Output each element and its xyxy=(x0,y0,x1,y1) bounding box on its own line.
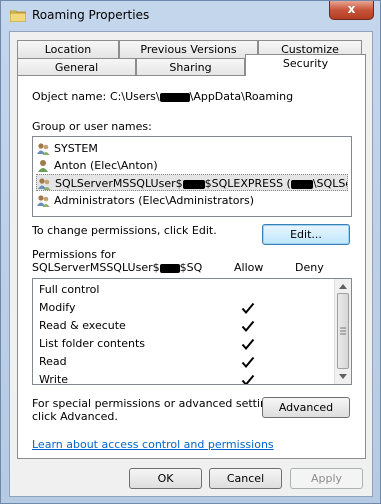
allow-header: Allow xyxy=(234,261,264,274)
list-item-label-suffix: \SQLSe... xyxy=(312,177,347,190)
redaction-mark xyxy=(159,263,180,273)
permission-name: Write xyxy=(39,373,69,385)
allow-check-icon xyxy=(241,356,255,369)
object-path-suffix: \AppData\Roaming xyxy=(189,90,294,103)
list-item-selected[interactable]: SQLServerMSSQLUser$ $SQLEXPRESS ( \SQLSe..… xyxy=(36,174,348,191)
permission-name: Full control xyxy=(39,283,100,296)
special-permissions-line2: click Advanced. xyxy=(32,410,118,423)
properties-window: Roaming Properties x Location Previous V… xyxy=(0,0,381,504)
user-icon xyxy=(38,160,48,172)
permission-name: Read & execute xyxy=(39,319,126,332)
list-item-label-mid: $SQLEXPRESS ( xyxy=(204,177,291,190)
apply-button[interactable]: Apply xyxy=(290,468,363,489)
window-title: Roaming Properties xyxy=(32,8,150,22)
permission-name: Read xyxy=(39,355,67,368)
permissions-title-prefix: SQLServerMSSQLUser$ xyxy=(32,261,160,274)
permission-name: Modify xyxy=(39,301,76,314)
dialog-body: Location Previous Versions Customize Gen… xyxy=(9,31,373,497)
permissions-title-line2: SQLServerMSSQLUser$ $SQ xyxy=(32,261,202,274)
special-permissions-line1: For special permissions or advanced sett… xyxy=(32,397,284,410)
tab-security[interactable]: Security xyxy=(245,54,366,76)
tab-label: Security xyxy=(282,57,329,70)
security-panel: Object name: C:\Users\ \AppData\Roaming G… xyxy=(17,75,366,459)
object-path-prefix: C:\Users\ xyxy=(110,90,160,103)
permission-row[interactable]: Read xyxy=(39,353,329,370)
redaction-mark xyxy=(159,92,190,102)
list-item-label: Anton (Elec\Anton) xyxy=(54,159,158,172)
advanced-button[interactable]: Advanced xyxy=(262,397,350,418)
permission-row[interactable]: List folder contents xyxy=(39,335,329,352)
redaction-mark xyxy=(182,179,205,189)
permission-row[interactable]: Full control xyxy=(39,281,329,298)
deny-header: Deny xyxy=(295,261,324,274)
tab-previous-versions[interactable]: Previous Versions xyxy=(119,40,258,59)
object-name-label: Object name: xyxy=(32,90,107,103)
change-permissions-note: To change permissions, click Edit. xyxy=(32,224,217,237)
allow-check-icon xyxy=(241,374,255,384)
list-item-label-prefix: SQLServerMSSQLUser$ xyxy=(55,177,183,190)
list-item[interactable]: SYSTEM xyxy=(36,140,348,157)
allow-check-icon xyxy=(241,338,255,351)
close-button[interactable]: x xyxy=(329,1,374,20)
scroll-down-arrow-icon[interactable] xyxy=(339,374,347,380)
tab-label: Location xyxy=(44,43,92,56)
tab-label: Previous Versions xyxy=(140,43,237,56)
scroll-up-arrow-icon[interactable] xyxy=(339,283,347,289)
permissions-title-line1: Permissions for xyxy=(32,248,116,261)
folder-icon xyxy=(10,10,26,22)
permissions-title-suffix: $SQ xyxy=(179,261,203,274)
allow-check-icon xyxy=(241,320,255,333)
group-icon xyxy=(38,178,51,190)
title-bar[interactable]: Roaming Properties x xyxy=(1,1,380,31)
permission-row[interactable]: Write xyxy=(39,371,329,385)
list-item[interactable]: Anton (Elec\Anton) xyxy=(36,157,348,174)
permission-name: List folder contents xyxy=(39,337,145,350)
group-names-label: Group or user names: xyxy=(32,120,152,133)
scroll-grip-icon xyxy=(340,327,346,335)
redaction-mark xyxy=(290,179,313,189)
tab-location[interactable]: Location xyxy=(17,40,119,59)
group-icon xyxy=(37,143,50,155)
group-icon xyxy=(37,195,50,207)
tab-label: General xyxy=(54,61,99,74)
tab-label: Sharing xyxy=(169,61,212,74)
object-path: C:\Users\ \AppData\Roaming xyxy=(110,90,293,103)
group-user-list[interactable]: SYSTEM Anton (Elec\Anton) SQLServerMSSQL… xyxy=(32,136,352,217)
ok-button[interactable]: OK xyxy=(129,468,202,489)
permission-row[interactable]: Modify xyxy=(39,299,329,316)
cancel-button[interactable]: Cancel xyxy=(209,468,282,489)
list-item-label: SYSTEM xyxy=(54,142,98,155)
allow-check-icon xyxy=(241,302,255,315)
permissions-scrollbar[interactable] xyxy=(334,279,351,384)
permission-row[interactable]: Read & execute xyxy=(39,317,329,334)
list-item-label: Administrators (Elec\Administrators) xyxy=(54,194,255,207)
edit-button[interactable]: Edit... xyxy=(262,224,350,245)
list-item[interactable]: Administrators (Elec\Administrators) xyxy=(36,192,348,209)
learn-access-control-link[interactable]: Learn about access control and permissio… xyxy=(32,438,274,451)
scroll-thumb[interactable] xyxy=(337,293,349,369)
permissions-list[interactable]: Full control Modify Read & execute List fol… xyxy=(32,278,352,385)
